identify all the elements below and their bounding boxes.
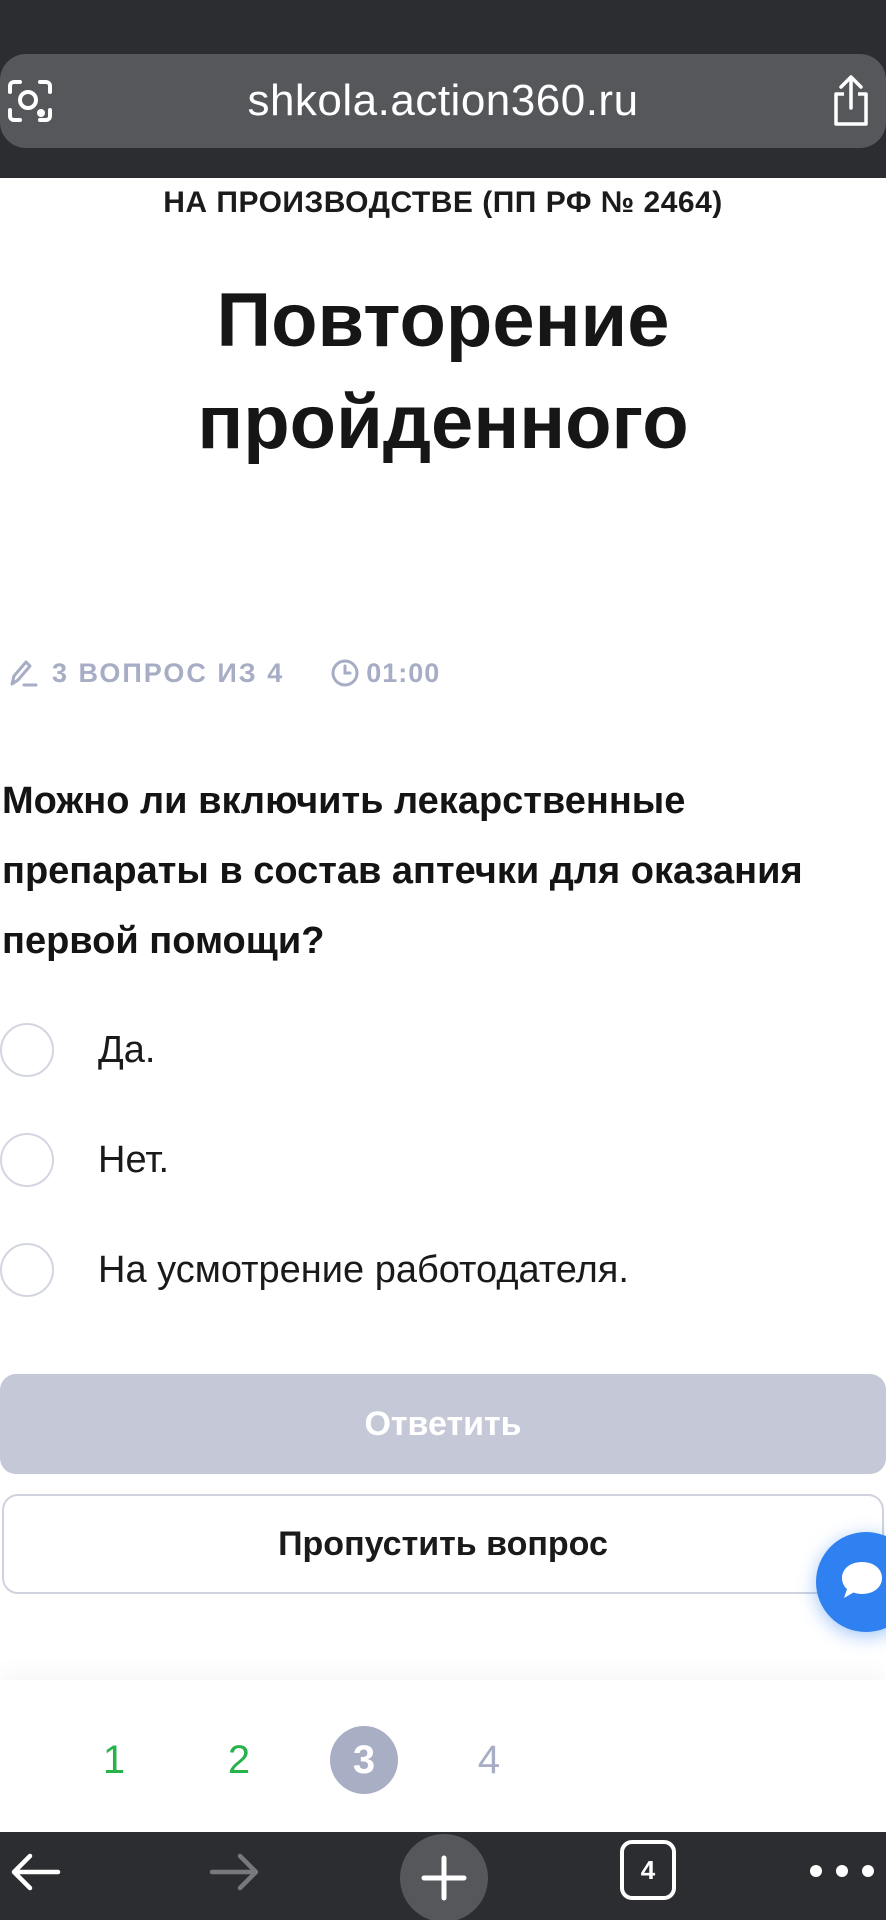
page-title-line2: пройденного	[197, 380, 689, 465]
page-item-2[interactable]: 2	[205, 1726, 273, 1794]
question-text: Можно ли включить лекарственные препарат…	[2, 780, 803, 962]
browser-top-bar: shkola.action360.ru	[0, 0, 886, 178]
radio-button[interactable]	[0, 1133, 54, 1187]
radio-button[interactable]	[0, 1023, 54, 1077]
browser-toolbar: 4	[0, 1832, 886, 1920]
answer-button[interactable]: Ответить	[0, 1374, 886, 1474]
radio-button[interactable]	[0, 1243, 54, 1297]
page-title: Повторение пройденного	[0, 270, 886, 474]
option-label: Нет.	[98, 1138, 170, 1181]
page-title-line1: Повторение	[216, 278, 670, 363]
course-subtitle: НА ПРОИЗВОДСТВЕ (ПП РФ № 2464)	[163, 186, 723, 219]
question-pagination: 1 2 3 4	[0, 1680, 886, 1830]
url-text[interactable]: shkola.action360.ru	[0, 54, 886, 148]
answer-option-3[interactable]: На усмотрение работодателя.	[0, 1240, 860, 1300]
page-item-1[interactable]: 1	[80, 1726, 148, 1794]
chat-bubble-icon	[842, 1562, 882, 1598]
question-counter: 3 ВОПРОС ИЗ 4	[52, 657, 285, 688]
quiz-meta: 3 ВОПРОС ИЗ 4 01:00	[8, 656, 440, 690]
answer-option-1[interactable]: Да.	[0, 1020, 860, 1080]
pencil-icon	[10, 660, 38, 687]
skip-question-button[interactable]: Пропустить вопрос	[2, 1494, 884, 1594]
question-timer: 01:00	[366, 657, 441, 688]
more-icon[interactable]	[806, 1856, 886, 1886]
address-bar[interactable]: shkola.action360.ru	[0, 54, 886, 148]
forward-arrow-icon[interactable]	[208, 1844, 264, 1900]
answer-option-2[interactable]: Нет.	[0, 1130, 860, 1190]
back-arrow-icon[interactable]	[6, 1844, 62, 1900]
clock-icon	[331, 659, 359, 687]
share-icon[interactable]	[828, 74, 874, 128]
page-item-3-current[interactable]: 3	[330, 1726, 398, 1794]
new-tab-icon[interactable]	[398, 1832, 490, 1920]
page-item-4[interactable]: 4	[455, 1726, 523, 1794]
option-label: Да.	[98, 1028, 156, 1071]
option-label: На усмотрение работодателя.	[98, 1248, 629, 1291]
tabs-icon[interactable]: 4	[620, 1840, 676, 1900]
